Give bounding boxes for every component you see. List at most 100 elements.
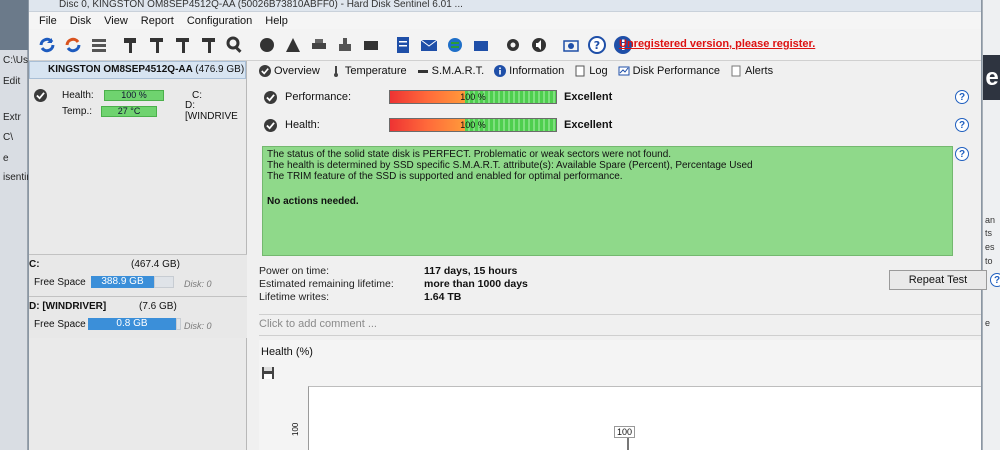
menu-report[interactable]: Report: [141, 15, 174, 27]
repeat-test-help-icon[interactable]: ?: [990, 273, 1000, 287]
tab-alerts[interactable]: Alerts: [730, 65, 773, 77]
power-on-label: Power on time:: [259, 265, 330, 277]
refresh-all-icon: [65, 37, 81, 52]
envelope-icon: [420, 39, 438, 51]
magnifier-icon: [226, 36, 242, 53]
health-help-icon[interactable]: ?: [955, 118, 969, 132]
performance-label: Performance:: [285, 91, 352, 103]
tab-overview[interactable]: Overview: [259, 64, 320, 77]
performance-rating: Excellent: [564, 91, 613, 103]
background-window-right: e an ts es to e: [982, 0, 1000, 450]
refresh-icon: [39, 37, 55, 52]
camera-icon: [563, 39, 579, 52]
menu-disk[interactable]: Disk: [70, 15, 91, 27]
free-space-label: Free Space: [34, 319, 86, 330]
smart-icon: [417, 69, 428, 73]
list-icon: [92, 38, 106, 52]
background-text: ts: [985, 228, 993, 238]
tools-button[interactable]: [307, 33, 331, 57]
document-icon: [397, 36, 409, 53]
health-bar: 100 %: [389, 118, 557, 132]
tab-label: Disk Performance: [632, 64, 720, 77]
used-space-bar: [176, 318, 181, 330]
tab-label: S.M.A.R.T.: [431, 64, 485, 77]
status-line: The status of the solid state disk is PE…: [267, 149, 672, 160]
refresh-all-button[interactable]: [61, 33, 85, 57]
info-icon: [494, 64, 507, 77]
tools-icon: [312, 38, 326, 49]
extended-test-button[interactable]: [197, 33, 221, 57]
comment-field[interactable]: Click to add comment ...: [259, 314, 981, 336]
hammer-icon: [124, 37, 136, 53]
unregistered-link[interactable]: Unregistered version, please register.: [619, 38, 815, 50]
background-text: e: [983, 55, 1000, 100]
disk-health-row: Health: 100 % C:: [34, 88, 202, 102]
status-line: The TRIM feature of the SSD is supported…: [267, 171, 623, 182]
warning-button[interactable]: [281, 33, 305, 57]
tab-label: Information: [509, 64, 565, 77]
free-space-label: Free Space: [34, 277, 86, 288]
hammer-icon: [176, 37, 189, 53]
background-text: e: [3, 153, 9, 164]
cloud-icon: [474, 40, 488, 51]
send-report-button[interactable]: [443, 33, 467, 57]
tab-disk-performance[interactable]: Disk Performance: [618, 65, 720, 77]
lifetime-writes-value: 1.64 TB: [424, 291, 462, 303]
disk-icon: [260, 37, 274, 52]
short-test-button[interactable]: [171, 33, 195, 57]
menu-view[interactable]: View: [104, 15, 128, 27]
surface-test-button[interactable]: [145, 33, 169, 57]
menu-file[interactable]: File: [39, 15, 57, 27]
tab-log[interactable]: Log: [574, 65, 608, 77]
health-chart: Health (%) 100 100: [259, 340, 981, 450]
repeat-test-button[interactable]: Repeat Test: [889, 270, 987, 290]
status-help-icon[interactable]: ?: [955, 147, 969, 161]
drive-icon: [364, 40, 378, 50]
upload-button[interactable]: [469, 33, 493, 57]
disk-item-kingston[interactable]: KINGSTON OM8SEP4512Q-AA (476.9 GB): [29, 61, 246, 79]
refresh-button[interactable]: [35, 33, 59, 57]
chart-point-label: 100: [614, 426, 636, 438]
disk-name: KINGSTON OM8SEP4512Q-AA: [48, 64, 193, 75]
background-text: e: [985, 318, 991, 328]
svg-text:?: ?: [594, 39, 600, 52]
tab-information[interactable]: Information: [494, 64, 565, 77]
menu-help[interactable]: Help: [265, 15, 288, 27]
background-text: isentir: [3, 172, 30, 183]
drive-letter: D: [WINDRIVER]: [29, 301, 107, 312]
alerts-icon: [731, 65, 741, 76]
screenshot-button[interactable]: [559, 33, 583, 57]
health-value: 100 %: [460, 120, 486, 130]
health-rating: Excellent: [564, 119, 613, 131]
toolbar: ? Unregistered version, please register.: [29, 29, 981, 61]
drive-d[interactable]: D: [WINDRIVER] (7.6 GB) Free Space 0.8 G…: [29, 296, 247, 338]
sound-button[interactable]: [527, 33, 551, 57]
tab-smart[interactable]: S.M.A.R.T.: [417, 64, 485, 77]
free-space-bar: 0.8 GB: [88, 318, 176, 330]
email-button[interactable]: [417, 33, 441, 57]
health-row: Health: 100 % Excellent ?: [259, 115, 981, 135]
disk-info-button[interactable]: [255, 33, 279, 57]
tab-temperature[interactable]: Temperature: [330, 65, 407, 77]
help-button[interactable]: ?: [585, 33, 609, 57]
remaining-lifetime-value: more than 1000 days: [424, 278, 528, 290]
drive-c[interactable]: C: (467.4 GB) Free Space 388.9 GB Disk: …: [29, 254, 247, 296]
power-on-value: 117 days, 15 hours: [424, 265, 518, 277]
drive-size: (467.4 GB): [131, 259, 180, 270]
menu-configuration[interactable]: Configuration: [187, 15, 252, 27]
settings-button[interactable]: [501, 33, 525, 57]
cleanup-button[interactable]: [333, 33, 357, 57]
thermometer-icon: [333, 65, 338, 77]
performance-help-icon[interactable]: ?: [955, 90, 969, 104]
report-button[interactable]: [391, 33, 415, 57]
inspect-button[interactable]: [223, 33, 247, 57]
hammer-icon: [202, 37, 215, 53]
hard-disk-sentinel-window: Disc 0, KINGSTON OM8SEP4512Q-AA (50026B7…: [28, 0, 1000, 450]
backup-button[interactable]: [359, 33, 383, 57]
overview-panel: Performance: 100 % Excellent ? Health: 1…: [259, 82, 1000, 450]
gear-icon: [507, 38, 519, 51]
disk-test-button[interactable]: [119, 33, 143, 57]
list-button[interactable]: [87, 33, 111, 57]
save-icon[interactable]: [261, 366, 275, 380]
health-label: Health:: [62, 89, 94, 101]
